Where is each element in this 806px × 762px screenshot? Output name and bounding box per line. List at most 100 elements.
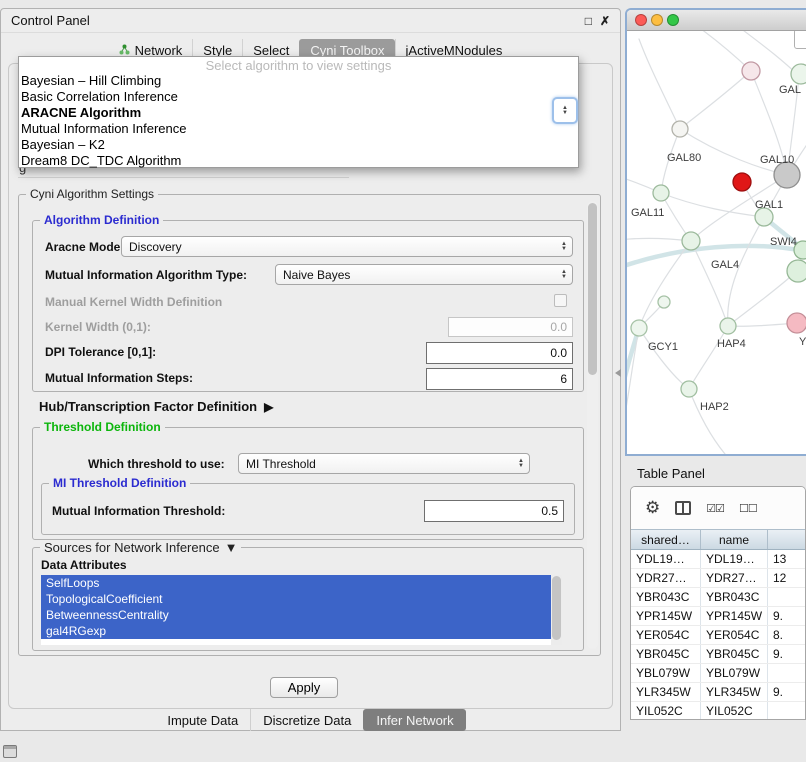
- node-gal4[interactable]: [682, 232, 700, 250]
- node-label-hap2: HAP2: [700, 401, 729, 413]
- mi-steps-input[interactable]: [426, 368, 573, 390]
- attribute-item-betweennesscentrality[interactable]: BetweennessCentrality: [41, 607, 562, 623]
- attributes-scrollbar[interactable]: [551, 575, 562, 645]
- column-header-extra[interactable]: [768, 530, 806, 549]
- table-row[interactable]: YPR145WYPR145W9.: [631, 607, 805, 626]
- splitter-handle-icon[interactable]: [615, 369, 621, 377]
- algorithm-option-mutual-information-inference[interactable]: Mutual Information Inference: [19, 121, 578, 137]
- dropdown-placeholder: Select algorithm to view settings: [19, 59, 578, 73]
- aracne-mode-select[interactable]: Discovery ▲▼: [121, 236, 573, 257]
- minimized-panel-titlebar: [4, 746, 16, 749]
- attributes-scrollbar-thumb[interactable]: [552, 576, 561, 640]
- deselect-columns-icon[interactable]: ☐☐: [739, 502, 757, 515]
- network-canvas[interactable]: GALGAL80GAL10GAL11GAL1SWI4GAL4GCY1HAP4YH…: [627, 31, 806, 454]
- node-red[interactable]: [733, 173, 751, 191]
- node-gcy1[interactable]: [631, 320, 647, 336]
- algorithm-combobox-button[interactable]: ▲▼: [552, 97, 578, 124]
- attribute-item-gal4rgexp[interactable]: gal4RGexp: [41, 623, 562, 639]
- table-row[interactable]: YBR045CYBR045C9.: [631, 645, 805, 664]
- control-panel-titlebar[interactable]: Control Panel □ ✗: [1, 9, 620, 33]
- minimized-panel-icon[interactable]: [3, 745, 17, 758]
- algorithm-option-dream8-dc-tdc-algorithm[interactable]: Dream8 DC_TDC Algorithm: [19, 153, 578, 169]
- expanded-arrow-icon[interactable]: ▼: [225, 540, 238, 555]
- zoom-button[interactable]: [667, 14, 679, 26]
- column-layout-icon[interactable]: [675, 501, 691, 515]
- application-background: Control Panel □ ✗ NetworkStyleSelectCyni…: [0, 0, 806, 762]
- window-control-fragment: [794, 31, 806, 49]
- node-hap2[interactable]: [681, 381, 697, 397]
- manual-kernel-width-checkbox[interactable]: [554, 294, 567, 307]
- table-cell: YBL079W: [631, 664, 701, 682]
- select-columns-icon[interactable]: ☑☑: [706, 502, 724, 515]
- hub-transcription-factor-section[interactable]: Hub/Transcription Factor Definition ▶: [39, 399, 273, 414]
- kernel-width-input[interactable]: [448, 317, 573, 337]
- dpi-tolerance-input[interactable]: [426, 342, 573, 364]
- algorithm-option-aracne-algorithm[interactable]: ARACNE Algorithm: [19, 105, 578, 121]
- algorithm-option-bayesian-k2[interactable]: Bayesian – K2: [19, 137, 578, 153]
- node-gal11[interactable]: [653, 185, 669, 201]
- algorithm-dropdown-popup: Select algorithm to view settings Bayesi…: [18, 56, 579, 168]
- table-cell: YPR145W: [701, 607, 768, 625]
- node-label-gal4: GAL4: [711, 259, 739, 271]
- bottom-tab-infer-network[interactable]: Infer Network: [363, 709, 465, 731]
- apply-button[interactable]: Apply: [270, 677, 338, 698]
- node-gal80[interactable]: [672, 121, 688, 137]
- combo-arrows-icon: ▲▼: [518, 459, 524, 469]
- data-attributes-list[interactable]: SelfLoopsTopologicalCoefficientBetweenne…: [41, 575, 562, 645]
- node-label-y: Y: [799, 336, 806, 348]
- collapsed-arrow-icon[interactable]: ▶: [264, 400, 273, 414]
- table-cell: YER054C: [701, 626, 768, 644]
- table-row[interactable]: YLR345WYLR345W9.: [631, 683, 805, 702]
- table-cell: YBR045C: [701, 645, 768, 663]
- mi-algorithm-type-value: Naive Bayes: [283, 268, 561, 282]
- mi-threshold-input[interactable]: [424, 500, 564, 522]
- table-row[interactable]: YBR043CYBR043C: [631, 588, 805, 607]
- combo-arrows-icon: ▲▼: [561, 242, 567, 252]
- node-label-hap4: HAP4: [717, 338, 746, 350]
- table-row[interactable]: YER054CYER054C8.: [631, 626, 805, 645]
- settings-scrollbar-thumb[interactable]: [588, 203, 597, 375]
- mi-algorithm-type-select[interactable]: Naive Bayes ▲▼: [275, 264, 573, 285]
- table-cell: 8.: [768, 626, 806, 644]
- network-window-titlebar[interactable]: [627, 10, 806, 31]
- algorithm-option-basic-correlation-inference[interactable]: Basic Correlation Inference: [19, 89, 578, 105]
- table-row[interactable]: YIL052CYIL052C: [631, 702, 805, 720]
- node-green-right[interactable]: [787, 260, 806, 282]
- table-cell: [768, 664, 806, 682]
- minimize-button[interactable]: [651, 14, 663, 26]
- panel-title: Control Panel: [11, 13, 577, 28]
- bottom-tab-discretize-data[interactable]: Discretize Data: [250, 709, 363, 731]
- which-threshold-select[interactable]: MI Threshold ▲▼: [238, 453, 530, 474]
- column-header-name[interactable]: name: [701, 530, 768, 549]
- aracne-mode-value: Discovery: [129, 240, 561, 254]
- table-row[interactable]: YBL079WYBL079W: [631, 664, 805, 683]
- settings-scrollbar[interactable]: [587, 201, 598, 649]
- sources-group-title[interactable]: Sources for Network Inference ▼: [40, 540, 241, 555]
- combo-arrows-icon: ▲▼: [561, 270, 567, 280]
- table-cell: 12: [768, 569, 806, 587]
- node-hap4[interactable]: [720, 318, 736, 334]
- float-window-icon[interactable]: □: [585, 14, 592, 28]
- node-pink-top[interactable]: [742, 62, 760, 80]
- aracne-mode-label: Aracne Mode:: [45, 240, 124, 254]
- close-panel-icon[interactable]: ✗: [600, 14, 610, 28]
- node-small[interactable]: [658, 296, 670, 308]
- table-cell: YBR043C: [701, 588, 768, 606]
- node-gal-top[interactable]: [791, 64, 806, 84]
- table-row[interactable]: YDR27…YDR27…12: [631, 569, 805, 588]
- attribute-item-selfloops[interactable]: SelfLoops: [41, 575, 562, 591]
- threshold-definition-group: Threshold Definition Which threshold to …: [32, 427, 584, 540]
- node-label-gal11: GAL11: [631, 207, 664, 219]
- node-label-gal80: GAL80: [667, 152, 701, 164]
- settings-group-title: Cyni Algorithm Settings: [26, 187, 158, 201]
- node-pink-right[interactable]: [787, 313, 806, 333]
- algorithm-option-bayesian-hill-climbing[interactable]: Bayesian – Hill Climbing: [19, 73, 578, 89]
- column-header-shared[interactable]: shared…: [631, 530, 701, 549]
- bottom-tab-impute-data[interactable]: Impute Data: [155, 709, 250, 731]
- attribute-item-topologicalcoefficient[interactable]: TopologicalCoefficient: [41, 591, 562, 607]
- table-cell: YPR145W: [631, 607, 701, 625]
- close-button[interactable]: [635, 14, 647, 26]
- algorithm-definition-group: Algorithm Definition Aracne Mode: Discov…: [32, 220, 584, 392]
- table-row[interactable]: YDL19…YDL19…13: [631, 550, 805, 569]
- settings-gear-icon[interactable]: ⚙: [645, 498, 660, 518]
